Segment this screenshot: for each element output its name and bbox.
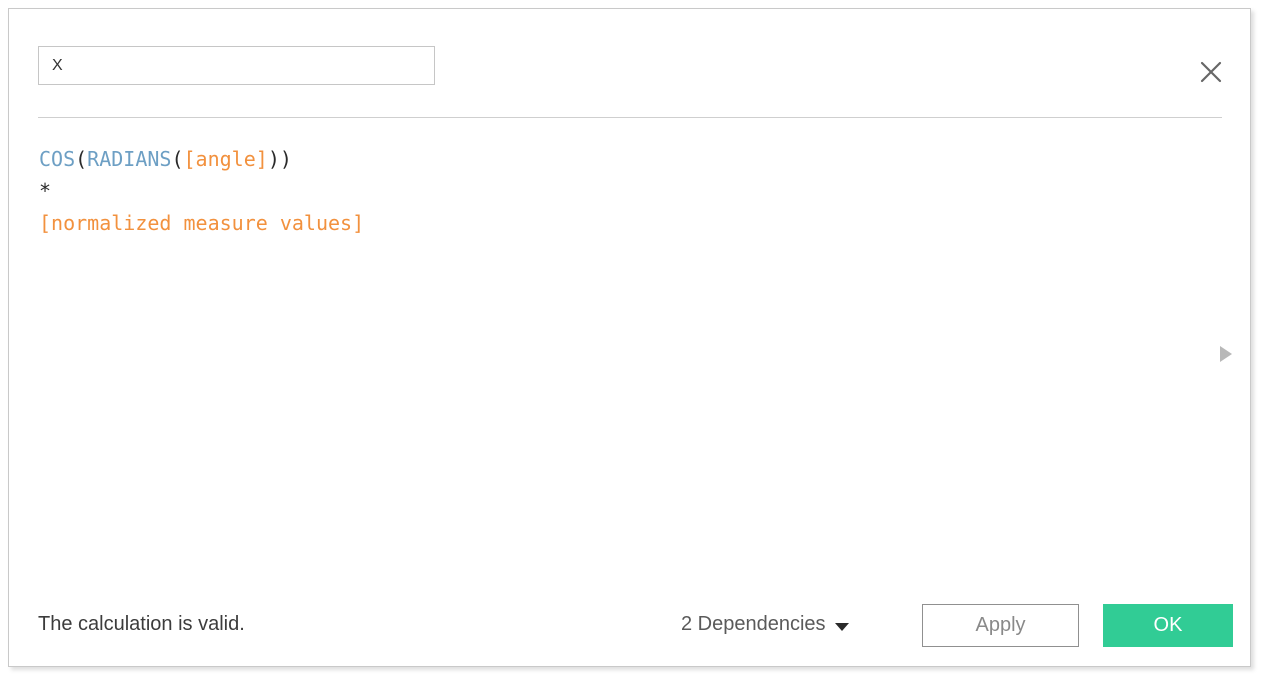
dependencies-label: 2 Dependencies xyxy=(681,613,826,635)
close-icon[interactable] xyxy=(1194,55,1228,89)
calculation-name-input[interactable] xyxy=(38,46,435,85)
dialog-footer: The calculation is valid. 2 Dependencies… xyxy=(9,588,1250,666)
formula-token-field-normalized-measure-values: [normalized measure values] xyxy=(39,211,365,235)
apply-button[interactable]: Apply xyxy=(922,604,1079,647)
dialog-header xyxy=(9,9,1250,117)
validation-status-text: The calculation is valid. xyxy=(38,613,245,635)
triangle-right-icon[interactable] xyxy=(1219,345,1233,363)
ok-button[interactable]: OK xyxy=(1103,604,1233,647)
formula-token-function-radians: RADIANS xyxy=(87,147,172,171)
header-divider xyxy=(38,117,1222,118)
formula-editor[interactable]: COS(RADIANS([angle])) * [normalized meas… xyxy=(9,127,1250,588)
dependencies-dropdown[interactable]: 2 Dependencies xyxy=(681,613,849,636)
calculated-field-dialog: COS(RADIANS([angle])) * [normalized meas… xyxy=(8,8,1251,667)
formula-token-paren-open-2: ( xyxy=(171,147,184,171)
chevron-down-icon xyxy=(834,622,849,631)
formula-text[interactable]: COS(RADIANS([angle])) * [normalized meas… xyxy=(39,143,364,239)
dialog-body: COS(RADIANS([angle])) * [normalized meas… xyxy=(9,9,1250,666)
formula-token-paren-open-1: ( xyxy=(75,147,88,171)
formula-token-operator-multiply: * xyxy=(39,179,52,203)
formula-token-function-cos: COS xyxy=(39,147,76,171)
formula-token-paren-close: )) xyxy=(267,147,292,171)
formula-token-field-angle: [angle] xyxy=(183,147,268,171)
